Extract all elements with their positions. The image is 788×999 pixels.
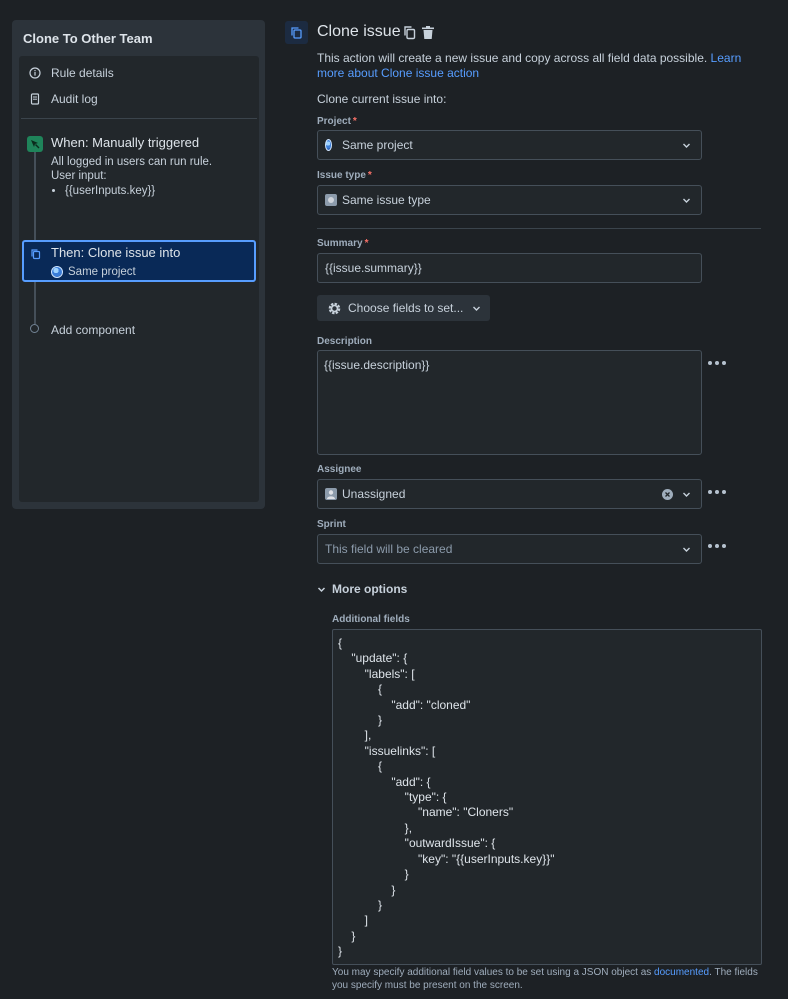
clone-issue-icon <box>285 21 308 44</box>
sprint-select[interactable]: This field will be cleared <box>317 534 702 564</box>
component-intro: This action will create a new issue and … <box>317 51 757 81</box>
action-subtitle-text: Same project <box>68 266 136 278</box>
trigger-icon <box>27 136 43 152</box>
rule-flow-panel: Rule details Audit log When: Manually tr… <box>19 56 259 502</box>
gear-icon <box>328 302 341 314</box>
summary-input[interactable]: {{issue.summary}} <box>317 253 702 283</box>
issue-type-value: Same issue type <box>342 193 431 207</box>
chevron-down-icon <box>317 586 326 592</box>
issue-type-select[interactable]: Same issue type <box>317 185 702 215</box>
rule-panel: Clone To Other Team Rule details Audit l… <box>12 20 265 509</box>
add-component-dot-icon <box>30 324 39 333</box>
description-more-icon[interactable] <box>708 360 726 366</box>
rule-details-label: Rule details <box>51 66 114 80</box>
description-textarea[interactable]: {{issue.description}} <box>317 350 702 455</box>
choose-fields-button[interactable]: Choose fields to set... <box>317 295 490 321</box>
trigger-title[interactable]: When: Manually triggered <box>51 135 199 150</box>
chevron-down-icon <box>473 306 481 311</box>
intro-text: This action will create a new issue and … <box>317 51 711 65</box>
more-options-toggle[interactable]: More options <box>317 582 407 596</box>
user-input-item: {{userInputs.key}} <box>65 185 212 199</box>
additional-fields-editor[interactable]: { "update": { "labels": [ { "add": "clon… <box>332 629 762 965</box>
component-title: Clone issue <box>317 23 401 40</box>
add-component-button[interactable]: Add component <box>51 323 135 337</box>
description-label: Description <box>317 336 373 347</box>
chevron-down-icon <box>683 492 690 497</box>
chevron-down-icon <box>683 198 690 203</box>
sprint-placeholder: This field will be cleared <box>325 542 453 556</box>
assignee-label: Assignee <box>317 464 362 475</box>
project-globe-icon <box>325 139 337 151</box>
project-select[interactable]: Same project <box>317 130 702 160</box>
choose-fields-label: Choose fields to set... <box>348 301 464 315</box>
clone-into-label: Clone current issue into: <box>317 92 447 106</box>
assignee-value: Unassigned <box>342 487 406 501</box>
project-globe-icon <box>51 266 63 278</box>
description-value: {{issue.description}} <box>324 358 430 372</box>
chevron-down-icon <box>683 547 690 552</box>
issue-type-label: Issue type * <box>317 170 372 181</box>
assignee-select[interactable]: Unassigned <box>317 479 702 509</box>
sprint-label: Sprint <box>317 519 346 530</box>
additional-fields-help: You may specify additional field values … <box>332 967 758 991</box>
rule-details-link[interactable]: Rule details <box>29 66 114 80</box>
chevron-down-icon <box>683 143 690 148</box>
info-icon <box>29 67 41 79</box>
documented-link[interactable]: documented <box>654 967 709 978</box>
additional-fields-label: Additional fields <box>332 614 410 625</box>
audit-log-label: Audit log <box>51 92 98 106</box>
summary-value: {{issue.summary}} <box>325 261 422 275</box>
copy-icon <box>30 248 42 260</box>
trigger-desc-line: User input: <box>51 169 107 182</box>
issue-type-icon <box>325 194 337 206</box>
document-icon <box>29 93 41 105</box>
trigger-desc-line: All logged in users can run rule. <box>51 156 213 168</box>
section-divider <box>317 228 761 229</box>
sprint-more-icon[interactable] <box>708 543 726 549</box>
nav-divider <box>21 118 257 119</box>
flow-connector <box>34 152 36 240</box>
rule-title: Clone To Other Team <box>23 31 153 46</box>
clone-action-card[interactable]: Then: Clone issue into Same project <box>22 240 256 282</box>
delete-component-icon[interactable] <box>421 25 435 40</box>
audit-log-link[interactable]: Audit log <box>29 92 98 106</box>
avatar <box>325 488 337 500</box>
assignee-more-icon[interactable] <box>708 489 726 495</box>
project-label: Project * <box>317 116 357 127</box>
project-value: Same project <box>342 138 413 152</box>
trigger-description: All logged in users can run rule. User i… <box>51 156 212 199</box>
user-input-list: {{userInputs.key}} <box>65 185 212 199</box>
clear-icon[interactable] <box>662 489 673 500</box>
action-title: Then: Clone issue into <box>51 245 181 260</box>
action-subtitle: Same project <box>51 266 136 278</box>
duplicate-component-icon[interactable] <box>403 25 417 40</box>
summary-label: Summary * <box>317 238 369 249</box>
more-options-label: More options <box>332 582 408 596</box>
flow-connector <box>34 282 36 324</box>
